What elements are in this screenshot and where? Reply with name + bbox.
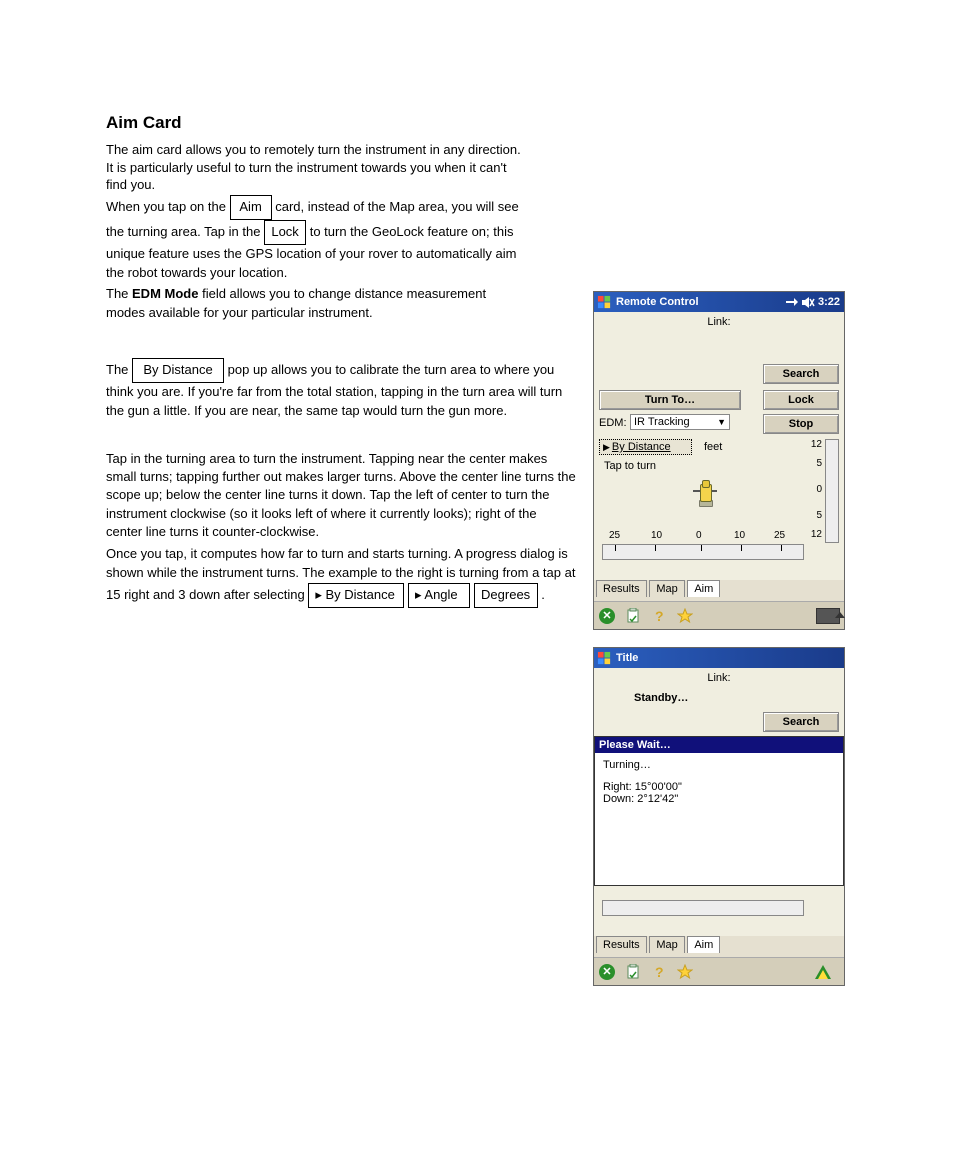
windows-flag-icon xyxy=(596,294,612,310)
star-icon[interactable] xyxy=(676,607,694,625)
help-icon[interactable]: ? xyxy=(650,963,668,981)
h-tick: 10 xyxy=(651,530,662,541)
help-icon[interactable]: ? xyxy=(650,607,668,625)
tab-strip: Results Map Aim xyxy=(594,936,844,955)
titlebar: Title xyxy=(594,648,844,668)
svg-text:?: ? xyxy=(655,964,664,980)
h-tick: 10 xyxy=(734,530,745,541)
window-title: Title xyxy=(616,652,638,664)
tab-strip: Results Map Aim xyxy=(594,580,844,599)
dialog-right-value: Right: 15°00'00" xyxy=(603,781,835,793)
v-tick: 0 xyxy=(816,484,822,495)
warning-icon[interactable] xyxy=(814,963,832,981)
edm-label: EDM: xyxy=(599,417,627,429)
chevron-down-icon: ▼ xyxy=(717,417,726,427)
by-distance-button-ref: By Distance xyxy=(132,358,224,383)
please-wait-dialog: Please Wait… Turning… Right: 15°00'00" D… xyxy=(594,736,844,886)
para-aim-intro: The aim card allows you to remotely turn… xyxy=(106,141,526,194)
keyboard-icon[interactable] xyxy=(816,608,840,624)
vertical-axis-track xyxy=(825,439,839,543)
titlebar: Remote Control 3:22 xyxy=(594,292,844,312)
edm-dropdown[interactable]: IR Tracking ▼ xyxy=(630,414,730,430)
by-distance-menu-ref: ▸ By Distance xyxy=(308,583,404,608)
search-button[interactable]: Search xyxy=(763,364,839,384)
text: The xyxy=(106,362,132,377)
instrument-icon xyxy=(693,478,717,508)
sync-icon xyxy=(785,296,799,309)
dialog-status: Turning… xyxy=(603,759,835,771)
tab-map[interactable]: Map xyxy=(649,580,684,597)
screenshot-please-wait: Title Link: Standby… Search Please Wait…… xyxy=(593,647,845,986)
tab-aim[interactable]: Aim xyxy=(687,936,720,953)
degrees-menu-ref: Degrees xyxy=(474,583,538,608)
close-icon[interactable]: ✕ xyxy=(598,607,616,625)
screenshot-remote-control: Remote Control 3:22 Link: Search Turn To… xyxy=(593,291,845,630)
bottom-toolbar: ✕ ? xyxy=(594,601,844,629)
standby-status: Standby… xyxy=(634,692,688,704)
clipboard-icon[interactable] xyxy=(624,963,642,981)
tab-results[interactable]: Results xyxy=(596,580,647,597)
dialog-header: Please Wait… xyxy=(595,737,843,753)
link-label: Link: xyxy=(594,316,844,328)
lock-button-ref: Lock xyxy=(264,220,306,245)
v-tick: 5 xyxy=(816,510,822,521)
close-icon[interactable]: ✕ xyxy=(598,963,616,981)
window-title: Remote Control xyxy=(616,296,699,308)
turn-to-button[interactable]: Turn To… xyxy=(599,390,741,410)
search-button[interactable]: Search xyxy=(763,712,839,732)
v-tick: 12 xyxy=(811,529,822,540)
svg-text:?: ? xyxy=(655,608,664,624)
dialog-down-value: Down: 2°12'42" xyxy=(603,793,835,805)
h-tick: 25 xyxy=(609,530,620,541)
clipboard-icon[interactable] xyxy=(624,607,642,625)
text: The xyxy=(106,286,132,301)
windows-flag-icon xyxy=(596,650,612,666)
speaker-mute-icon xyxy=(801,296,815,309)
text: . xyxy=(541,587,545,602)
tab-map[interactable]: Map xyxy=(649,936,684,953)
triangle-right-icon: ▶ xyxy=(603,442,610,453)
angle-menu-ref: ▸ Angle xyxy=(408,583,470,608)
v-tick: 12 xyxy=(811,439,822,450)
horizontal-axis-track xyxy=(602,544,804,560)
bottom-toolbar: ✕ ? xyxy=(594,957,844,985)
tab-aim[interactable]: Aim xyxy=(687,580,720,597)
star-icon[interactable] xyxy=(676,963,694,981)
tab-results[interactable]: Results xyxy=(596,936,647,953)
para-turn-instructions: Tap in the turning area to turn the inst… xyxy=(106,450,576,541)
text: When you tap on the xyxy=(106,199,230,214)
edm-mode-field-ref: EDM Mode xyxy=(132,286,198,301)
v-tick: 5 xyxy=(816,458,822,469)
clock: 3:22 xyxy=(818,296,840,308)
h-tick: 25 xyxy=(774,530,785,541)
h-tick: 0 xyxy=(696,530,702,541)
stop-button[interactable]: Stop xyxy=(763,414,839,434)
lock-button[interactable]: Lock xyxy=(763,390,839,410)
horizontal-axis-track xyxy=(602,900,804,916)
text: Tap in the xyxy=(204,224,264,239)
edm-value: IR Tracking xyxy=(634,416,690,428)
link-label: Link: xyxy=(594,672,844,684)
aim-button-ref: Aim xyxy=(230,195,272,220)
heading-aim-card: Aim Card xyxy=(106,113,526,133)
